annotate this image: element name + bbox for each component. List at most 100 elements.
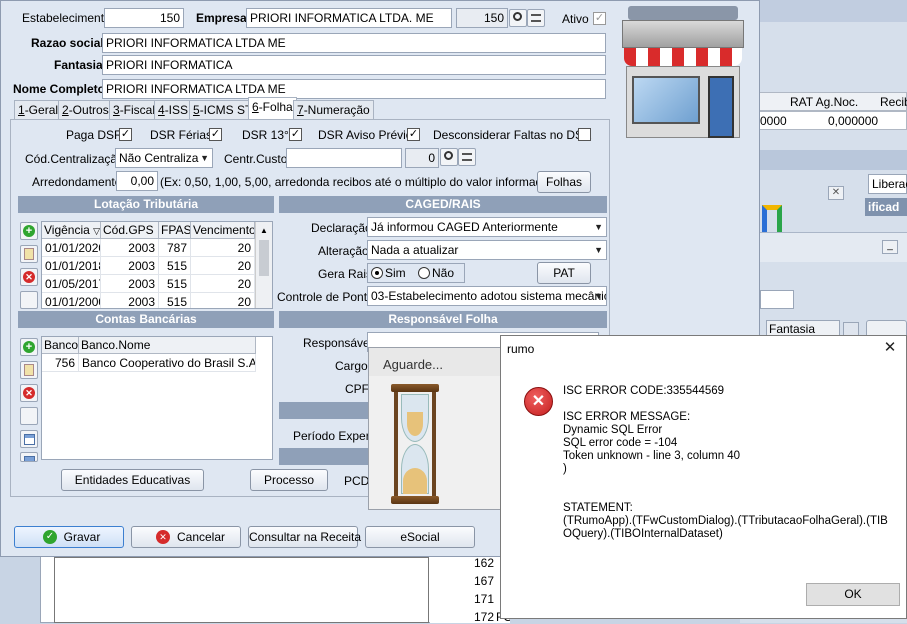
table-row[interactable]: 01/01/2018 bbox=[42, 257, 101, 275]
gravar-button[interactable]: ✓ Gravar bbox=[14, 526, 124, 548]
bg-val1: 0000 bbox=[760, 114, 787, 128]
tab-numeracao[interactable]: 7-Numeração bbox=[293, 100, 374, 120]
centr-custo-search-button[interactable] bbox=[440, 148, 458, 166]
col-vencimento[interactable]: Vencimento bbox=[191, 222, 255, 239]
empresa-code-input[interactable]: 150 bbox=[456, 8, 508, 28]
col-cod-gps[interactable]: Cód.GPS bbox=[101, 222, 159, 239]
aguarde-title: Aguarde... bbox=[383, 357, 443, 372]
gera-rais-sim-radio[interactable] bbox=[371, 267, 383, 279]
ativo-checkbox[interactable]: ✓ bbox=[593, 12, 606, 25]
tab-iss[interactable]: 4-ISS bbox=[154, 100, 193, 120]
centr-custo-code[interactable]: 0 bbox=[405, 148, 439, 168]
lotacao-add-button[interactable]: + bbox=[20, 222, 38, 240]
table-row[interactable]: 2003 bbox=[101, 293, 159, 308]
consultar-button[interactable]: Consultar na Receita bbox=[248, 526, 361, 548]
dsr-13-checkbox[interactable]: ✓ bbox=[289, 128, 302, 141]
table-row[interactable]: Banco Cooperativo do Brasil S.A. - B bbox=[79, 354, 256, 372]
col-fpas[interactable]: FPAS bbox=[159, 222, 191, 239]
estabelecimento-input[interactable]: 150 bbox=[104, 8, 184, 28]
desconsiderar-checkbox[interactable] bbox=[578, 128, 591, 141]
delete-icon: ✕ bbox=[23, 271, 35, 283]
fantasia-input[interactable]: PRIORI INFORMATICA bbox=[102, 55, 606, 75]
tab-icms-st[interactable]: 5-ICMS ST bbox=[189, 100, 257, 120]
table-row[interactable]: 01/05/2017 bbox=[42, 275, 101, 293]
empresa-input[interactable]: PRIORI INFORMATICA LTDA. ME bbox=[246, 8, 452, 28]
col-banco[interactable]: Banco bbox=[42, 337, 79, 354]
pat-button[interactable]: PAT bbox=[537, 262, 591, 284]
dsr-aviso-checkbox[interactable]: ✓ bbox=[407, 128, 420, 141]
lotacao-edit-button[interactable] bbox=[20, 245, 38, 263]
controle-ponto-combo[interactable]: 03-Estabelecimento adotou sistema mecâni… bbox=[367, 286, 607, 306]
table-row[interactable]: 20 bbox=[191, 275, 255, 293]
bg-down-icon[interactable] bbox=[843, 322, 859, 336]
centr-custo-label: Centr.Custo bbox=[224, 152, 288, 166]
table-row[interactable]: 01/01/2000 bbox=[42, 293, 101, 308]
bg-code: 167 bbox=[474, 574, 495, 588]
store-icon bbox=[622, 6, 752, 138]
tab-folha[interactable]: 6-Folha bbox=[248, 97, 297, 120]
table-row[interactable]: 515 bbox=[159, 293, 191, 308]
contas-edit-button[interactable] bbox=[20, 361, 38, 379]
table-row[interactable]: 787 bbox=[159, 239, 191, 257]
tab-outros[interactable]: 2-Outros bbox=[58, 100, 113, 120]
arred-input[interactable]: 0,00 bbox=[116, 171, 158, 191]
bg-close-icon[interactable]: ✕ bbox=[828, 186, 844, 200]
contas-blank-button[interactable] bbox=[20, 407, 38, 425]
close-icon[interactable]: ✕ bbox=[879, 338, 901, 358]
table-row[interactable]: 756 bbox=[42, 354, 79, 372]
periodo-label: Período Exper. bbox=[293, 429, 373, 443]
caged-header: CAGED/RAIS bbox=[279, 196, 607, 213]
hourglass-icon bbox=[389, 384, 441, 504]
lotacao-blank-button[interactable] bbox=[20, 291, 38, 309]
nome-input[interactable]: PRIORI INFORMATICA LTDA ME bbox=[102, 79, 606, 99]
bg-input[interactable] bbox=[760, 290, 794, 309]
table-row[interactable]: 20 bbox=[191, 239, 255, 257]
table-row[interactable]: 515 bbox=[159, 257, 191, 275]
tab-geral[interactable]: 1-Geral bbox=[14, 100, 63, 120]
lotacao-scrollbar[interactable]: ▲ bbox=[255, 222, 272, 308]
table-row[interactable]: 01/01/2020 bbox=[42, 239, 101, 257]
dsr-ferias-label: DSR Férias bbox=[150, 128, 213, 142]
contas-delete-button[interactable]: ✕ bbox=[20, 384, 38, 402]
table-row[interactable]: 515 bbox=[159, 275, 191, 293]
cancelar-button[interactable]: ✕ Cancelar bbox=[131, 526, 241, 548]
grid-icon bbox=[24, 456, 35, 461]
alteracao-combo[interactable]: Nada a atualizar ▼ bbox=[367, 240, 607, 260]
table-row[interactable]: 2003 bbox=[101, 275, 159, 293]
esocial-button[interactable]: eSocial bbox=[365, 526, 475, 548]
col-banco-nome[interactable]: Banco.Nome bbox=[79, 337, 256, 354]
declaracao-label: Declaração bbox=[311, 221, 372, 235]
cod-central-combo[interactable]: Não Centraliza ▼ bbox=[115, 148, 213, 168]
contas-grid2-button[interactable] bbox=[20, 452, 38, 462]
list-icon bbox=[531, 14, 541, 22]
centr-custo-list-button[interactable] bbox=[458, 148, 476, 166]
contas-add-button[interactable]: + bbox=[20, 338, 38, 356]
declaracao-combo[interactable]: Já informou CAGED Anteriormente ▼ bbox=[367, 217, 607, 237]
error-msg-line: Token unknown - line 3, column 40 bbox=[563, 450, 741, 462]
centr-custo-input[interactable] bbox=[286, 148, 402, 168]
error-stmt-line: OQuery).(TIBOInternalDataset) bbox=[563, 528, 723, 540]
paga-dsr-checkbox[interactable]: ✓ bbox=[119, 128, 132, 141]
lotacao-delete-button[interactable]: ✕ bbox=[20, 268, 38, 286]
folhas-button[interactable]: Folhas bbox=[537, 171, 591, 193]
bg-minimize-icon[interactable]: _ bbox=[882, 240, 898, 254]
error-msg-line: ) bbox=[563, 463, 567, 475]
table-row[interactable]: 2003 bbox=[101, 257, 159, 275]
ok-button[interactable]: OK bbox=[806, 583, 900, 606]
entidades-button[interactable]: Entidades Educativas bbox=[61, 469, 204, 491]
table-row[interactable]: 20 bbox=[191, 257, 255, 275]
table-row[interactable]: 2003 bbox=[101, 239, 159, 257]
razao-input[interactable]: PRIORI INFORMATICA LTDA ME bbox=[102, 33, 606, 53]
tab-fiscal[interactable]: 3-Fiscal bbox=[109, 100, 160, 120]
empresa-search-button[interactable] bbox=[509, 9, 527, 27]
col-vigencia[interactable]: Vigência ▽ bbox=[42, 222, 101, 239]
table-row[interactable]: 20 bbox=[191, 293, 255, 308]
chevron-down-icon: ▼ bbox=[594, 222, 603, 232]
processo-button[interactable]: Processo bbox=[250, 469, 328, 491]
empresa-list-button[interactable] bbox=[527, 9, 545, 27]
error-dialog: rumo ✕ ✕ ISC ERROR CODE:335544569 ISC ER… bbox=[500, 335, 907, 619]
gera-rais-nao-radio[interactable] bbox=[418, 267, 430, 279]
error-code: ISC ERROR CODE:335544569 bbox=[563, 385, 725, 397]
dsr-ferias-checkbox[interactable]: ✓ bbox=[209, 128, 222, 141]
contas-grid-button[interactable] bbox=[20, 430, 38, 448]
